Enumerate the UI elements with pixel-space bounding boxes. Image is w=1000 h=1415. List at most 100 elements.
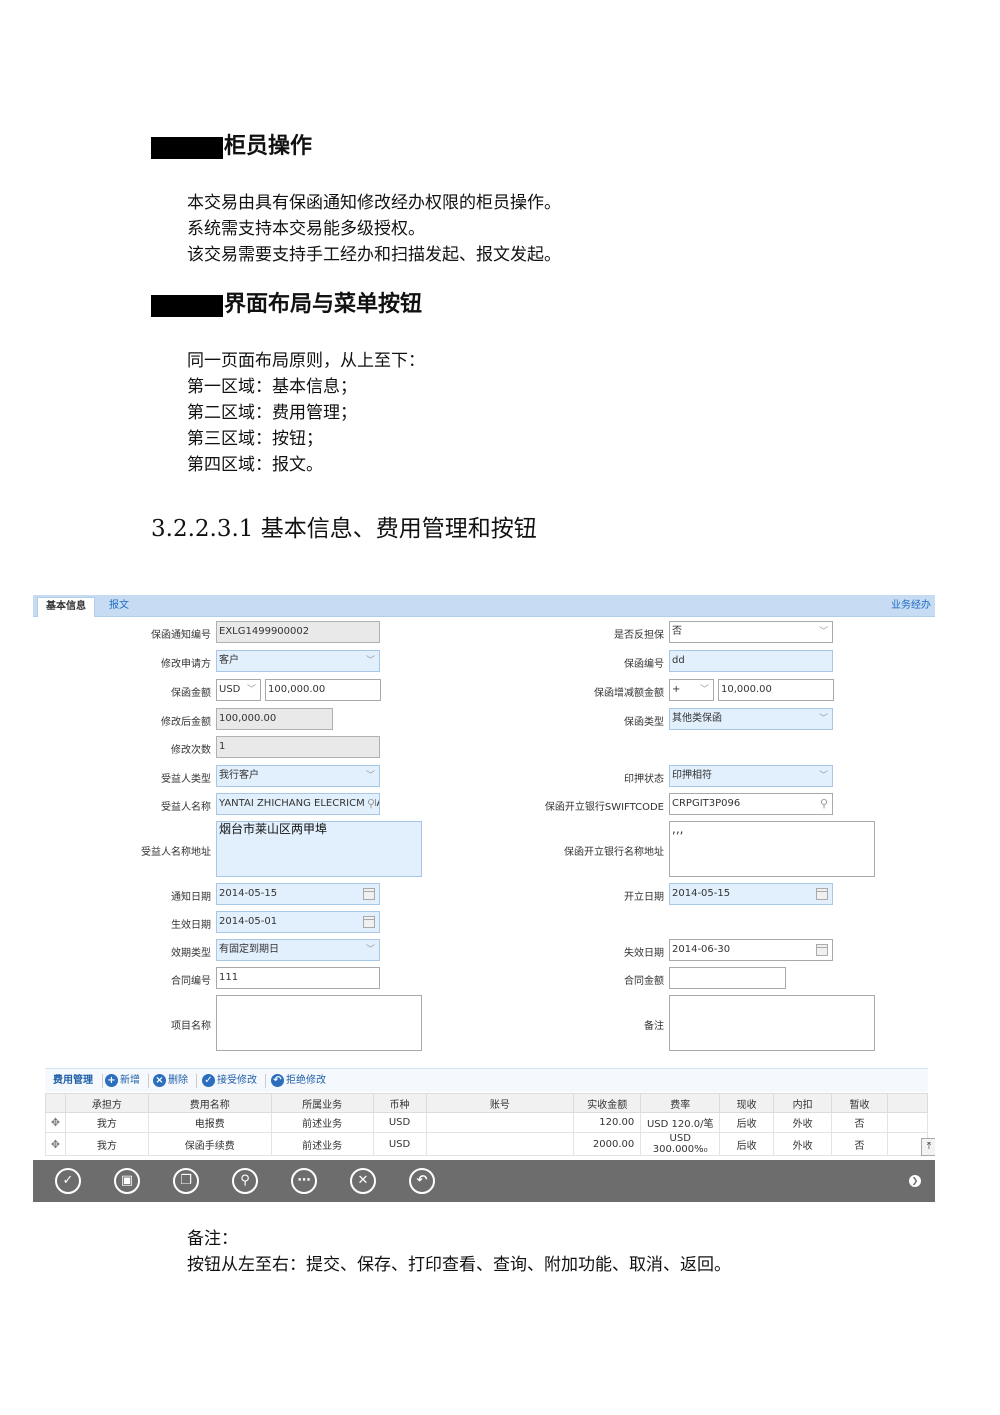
column-header[interactable]: 账号 [425, 1093, 575, 1113]
more-functions-icon[interactable]: ⋯ [291, 1168, 317, 1194]
divider [102, 1074, 103, 1088]
cancel-icon[interactable]: ✕ [350, 1168, 376, 1194]
column-header[interactable]: 实收金额 [573, 1093, 642, 1113]
column-header[interactable]: 承担方 [64, 1093, 149, 1113]
counter-guarantee-value: 否 [672, 626, 682, 637]
chevron-down-icon: ﹀ [700, 685, 710, 695]
tab-basic-info[interactable]: 基本信息 [37, 597, 95, 617]
subsection-heading: 3.2.2.3.1 基本信息、费用管理和按钮 [151, 516, 537, 542]
submit-icon[interactable]: ✓ [55, 1168, 81, 1194]
label-beneficiary-name: 受益人名称 [161, 802, 211, 813]
issue-date-input[interactable]: 2014-05-15 [669, 883, 833, 905]
chevron-down-icon: ﹀ [366, 945, 376, 955]
accept-amendment-label: 接受修改 [217, 1075, 257, 1086]
expand-row-icon[interactable]: ✥ [45, 1132, 66, 1156]
beneficiary-type-select[interactable]: 我行客户 ﹀ [216, 765, 380, 787]
table-row[interactable]: ✥ 我方 保函手续费 前述业务 USD 2000.00 USD 300.000%… [45, 1132, 929, 1156]
table-cell: 120.00 [573, 1112, 642, 1133]
label-beneficiary-type: 受益人类型 [161, 774, 211, 785]
chevron-down-icon: ﹀ [819, 714, 829, 724]
seal-status-select[interactable]: 印押相符 ﹀ [669, 765, 833, 787]
effective-date-input[interactable]: 2014-05-01 [216, 911, 380, 933]
beneficiary-address-textarea[interactable]: 烟台市莱山区两甲埠 [216, 821, 422, 877]
validity-type-value: 有固定到期日 [219, 944, 279, 955]
project-name-textarea[interactable] [216, 995, 422, 1051]
table-cell [886, 1112, 929, 1133]
calendar-icon[interactable] [363, 888, 375, 900]
table-cell [425, 1112, 575, 1133]
chevron-down-icon: ﹀ [819, 771, 829, 781]
column-header[interactable]: 暂收 [831, 1093, 888, 1113]
label-amend-applicant: 修改申请方 [161, 659, 211, 670]
paragraph-line: 该交易需要支持手工经办和扫描发起、报文发起。 [187, 245, 561, 265]
issuing-swift-value: CRPGIT3P096 [672, 798, 741, 809]
table-cell: 外收 [773, 1112, 833, 1133]
sign-value: + [672, 684, 681, 695]
contract-no-input[interactable]: 111 [216, 967, 380, 989]
business-handling-link[interactable]: 业务经办 [891, 596, 931, 611]
paragraph-line: 本交易由具有保函通知修改经办权限的柜员操作。 [187, 193, 561, 213]
transaction-screen: 基本信息 报文 业务经办 保函通知编号 EXLG1499900002 修改申请方… [33, 595, 935, 1202]
issuing-swift-input[interactable]: CRPGIT3P096 ⚲ [669, 793, 833, 815]
search-icon[interactable]: ⚲ [366, 797, 375, 811]
inc-dec-amount-input[interactable]: 10,000.00 [718, 679, 834, 701]
redacted-section-number-1 [151, 137, 223, 159]
reject-amendment-button[interactable]: ↶ 拒绝修改 [271, 1072, 326, 1090]
issuing-bank-address-textarea[interactable]: ,,, [669, 821, 875, 877]
guarantee-type-select[interactable]: 其他类保函 ﹀ [669, 708, 833, 730]
return-icon[interactable]: ↶ [409, 1168, 435, 1194]
guarantee-no-input[interactable]: dd [669, 650, 833, 672]
currency-select[interactable]: USD ﹀ [216, 679, 261, 701]
accept-amendment-button[interactable]: ✓ 接受修改 [202, 1072, 257, 1090]
counter-guarantee-select[interactable]: 否 ﹀ [669, 621, 833, 643]
chevron-down-icon: ﹀ [247, 685, 257, 695]
amend-count-field: 1 [216, 736, 380, 758]
table-cell: USD 120.0/笔 [640, 1112, 721, 1133]
search-icon[interactable]: ⚲ [820, 797, 828, 811]
delete-fee-button[interactable]: × 删除 [153, 1072, 188, 1090]
paragraph-line: 第一区域：基本信息； [187, 377, 357, 397]
paragraph-line: 同一页面布局原则，从上至下： [187, 351, 425, 371]
issue-date-value: 2014-05-15 [672, 888, 731, 899]
tab-message[interactable]: 报文 [101, 597, 137, 617]
expand-toolbar-icon[interactable]: ❯ [909, 1175, 921, 1187]
calendar-icon[interactable] [816, 944, 828, 956]
contract-amount-input[interactable] [669, 967, 786, 989]
sign-select[interactable]: + ﹀ [669, 679, 714, 701]
calendar-icon[interactable] [363, 916, 375, 928]
guarantee-amount-input[interactable]: 100,000.00 [265, 679, 381, 701]
check-icon: ✓ [202, 1073, 215, 1087]
table-cell: USD [372, 1132, 427, 1156]
column-header[interactable]: 内扣 [773, 1093, 833, 1113]
remark-textarea[interactable] [669, 995, 875, 1051]
label-inc-dec-amount: 保函增减额金额 [594, 688, 664, 699]
print-preview-icon[interactable]: ❐ [173, 1168, 199, 1194]
table-cell: 我方 [64, 1112, 149, 1133]
table-cell: 否 [831, 1112, 888, 1133]
label-guarantee-type: 保函类型 [624, 717, 664, 728]
notice-date-input[interactable]: 2014-05-15 [216, 883, 380, 905]
calendar-icon[interactable] [816, 888, 828, 900]
beneficiary-name-input[interactable]: YANTAI ZHICHANG ELECRICM MA ⚲ [216, 793, 380, 815]
column-header[interactable]: 现收 [719, 1093, 775, 1113]
add-fee-label: 新增 [120, 1075, 140, 1086]
column-header[interactable]: 所属业务 [270, 1093, 374, 1113]
column-header[interactable]: 费用名称 [147, 1093, 272, 1113]
fee-table: 承担方 费用名称 所属业务 币种 账号 实收金额 费率 现收 内扣 暂收 ✥ 我… [45, 1093, 929, 1156]
validity-type-select[interactable]: 有固定到期日 ﹀ [216, 939, 380, 961]
amend-applicant-value: 客户 [219, 655, 239, 666]
column-header[interactable]: 费率 [640, 1093, 721, 1113]
scroll-to-top-icon[interactable]: ⤒ [921, 1138, 935, 1156]
save-icon[interactable]: ▣ [114, 1168, 140, 1194]
add-fee-button[interactable]: + 新增 [105, 1072, 140, 1090]
search-icon[interactable]: ⚲ [232, 1168, 258, 1194]
column-header[interactable]: 币种 [372, 1093, 427, 1113]
table-row[interactable]: ✥ 我方 电报费 前述业务 USD 120.00 USD 120.0/笔 后收 … [45, 1112, 929, 1133]
label-amend-count: 修改次数 [171, 745, 211, 756]
expand-row-icon[interactable]: ✥ [45, 1112, 66, 1133]
expiry-date-input[interactable]: 2014-06-30 [669, 939, 833, 961]
paragraph-line: 系统需支持本交易能多级授权。 [187, 219, 425, 239]
table-cell: 电报费 [147, 1112, 272, 1133]
fee-management-title: 费用管理 [53, 1075, 93, 1086]
amend-applicant-select[interactable]: 客户 ﹀ [216, 650, 380, 672]
